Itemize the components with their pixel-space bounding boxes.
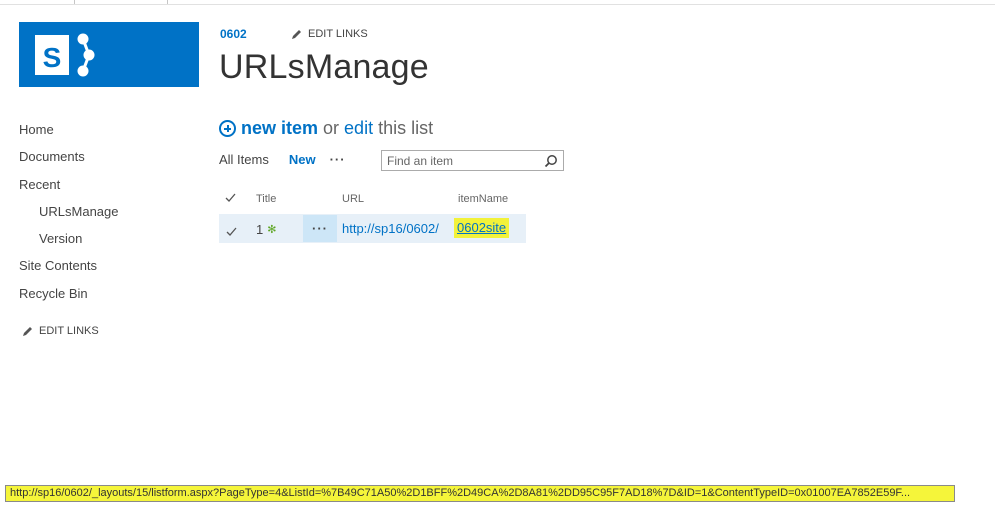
site-breadcrumb-link[interactable]: 0602	[220, 27, 247, 41]
nav-item-site-contents[interactable]: Site Contents	[19, 258, 97, 273]
nav-item-version[interactable]: Version	[39, 231, 82, 246]
top-suite-bar	[0, 0, 995, 5]
row-title: 1	[256, 222, 264, 237]
edit-links-top[interactable]: EDIT LINKS	[291, 28, 368, 40]
edit-list-link[interactable]: edit	[344, 118, 373, 139]
edit-links-nav-label: EDIT LINKS	[39, 325, 99, 337]
search-box	[381, 150, 564, 171]
row-title-cell[interactable]: 1 ✻	[256, 222, 276, 237]
table-row[interactable]: 1 ✻ ··· http://sp16/0602/ 0602site	[219, 214, 526, 243]
nav-item-home[interactable]: Home	[19, 122, 54, 137]
check-icon	[225, 193, 236, 202]
suite-bar-divider	[167, 0, 168, 4]
svg-text:S: S	[43, 42, 62, 73]
new-item-link[interactable]: new item	[241, 118, 318, 139]
browser-status-url: http://sp16/0602/_layouts/15/listform.as…	[5, 485, 955, 502]
plus-circle-icon[interactable]	[219, 120, 236, 137]
nav-item-recycle-bin[interactable]: Recycle Bin	[19, 286, 88, 301]
nav-item-urlsmanage[interactable]: URLsManage	[39, 204, 119, 219]
search-icon[interactable]	[544, 154, 558, 173]
sharepoint-logo-icon: S	[35, 33, 95, 77]
view-new[interactable]: New	[289, 152, 316, 167]
row-itemname-link[interactable]: 0602site	[454, 218, 510, 238]
suite-bar-divider	[74, 0, 75, 4]
row-check-icon[interactable]	[226, 223, 237, 241]
column-header-url[interactable]: URL	[342, 193, 364, 205]
new-item-toolbar: new item or edit this list	[219, 118, 433, 139]
this-list-text: this list	[378, 118, 434, 138]
pencil-icon	[292, 29, 301, 39]
new-badge-icon: ✻	[267, 224, 277, 236]
select-all-checkmark[interactable]	[225, 193, 236, 205]
page-title: URLsManage	[219, 48, 429, 86]
row-more-button[interactable]: ···	[303, 215, 337, 242]
column-header-title[interactable]: Title	[256, 193, 276, 205]
pencil-icon	[23, 326, 32, 336]
sharepoint-logo[interactable]: S	[19, 22, 199, 87]
view-selector: All Items New ···	[219, 152, 346, 167]
or-text: or	[323, 118, 340, 138]
nav-item-recent[interactable]: Recent	[19, 177, 60, 192]
nav-item-documents[interactable]: Documents	[19, 149, 85, 164]
column-header-itemname[interactable]: itemName	[458, 193, 508, 205]
row-url-link[interactable]: http://sp16/0602/	[342, 221, 439, 236]
search-input[interactable]	[382, 151, 537, 170]
view-more-button[interactable]: ···	[330, 152, 346, 167]
edit-links-nav[interactable]: EDIT LINKS	[22, 325, 99, 337]
view-all-items[interactable]: All Items	[219, 152, 269, 167]
edit-links-top-label: EDIT LINKS	[308, 28, 368, 40]
